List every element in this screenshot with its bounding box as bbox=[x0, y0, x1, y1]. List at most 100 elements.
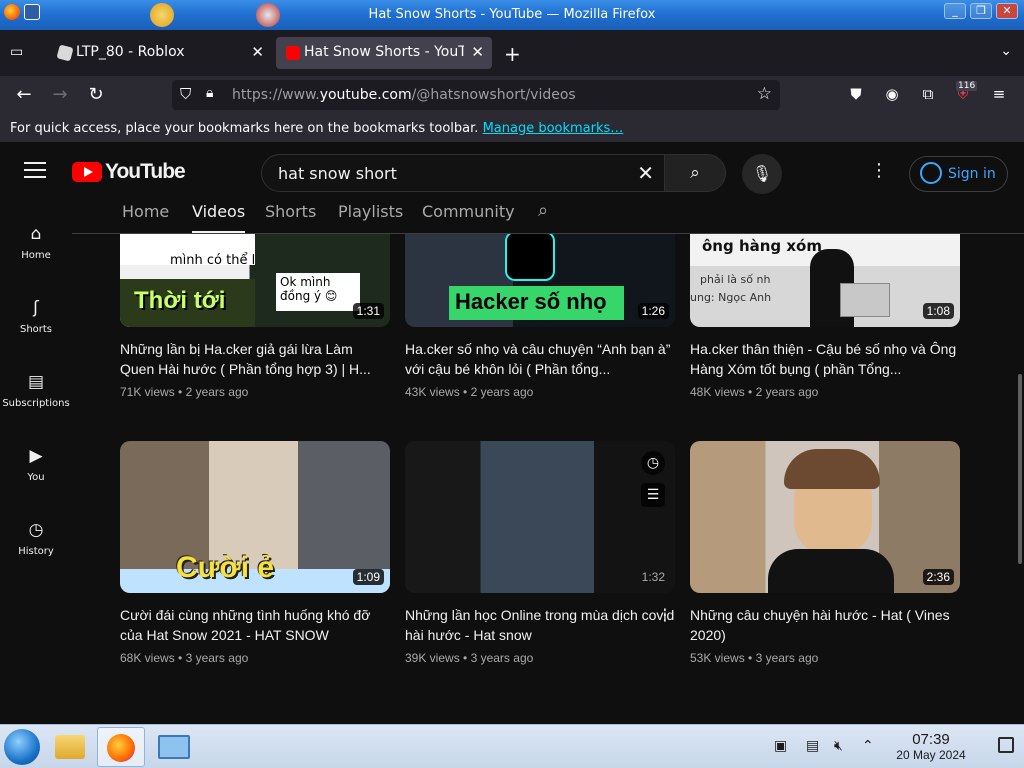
bookmarks-toolbar: For quick access, place your bookmarks h… bbox=[0, 116, 1024, 142]
manage-bookmarks-link[interactable]: Manage bookmarks… bbox=[483, 121, 624, 136]
video-card[interactable]: mình có thể l Ok mình đồng ý 😊 Thời tới … bbox=[120, 234, 390, 399]
show-hidden-icons-chevron-icon[interactable]: ⌃ bbox=[862, 738, 874, 754]
video-action-menu-icon[interactable]: ⋮ bbox=[657, 605, 673, 624]
youtube-masthead: YouTube hat snow short ✕ ⌕ 🎙︎ ⋮ Sign in bbox=[0, 142, 1024, 202]
guide-item-history[interactable]: ◷ History bbox=[0, 520, 72, 557]
thumb-title-text: ông hàng xóm bbox=[702, 237, 822, 255]
video-thumbnail[interactable]: 2:36 bbox=[690, 441, 960, 593]
video-meta: 43K views • 2 years ago bbox=[405, 385, 534, 399]
watch-later-icon[interactable]: ◷ bbox=[641, 451, 665, 475]
video-thumbnail[interactable]: mình có thể l Ok mình đồng ý 😊 Thời tới … bbox=[120, 234, 390, 327]
maximize-button[interactable]: ❐ bbox=[970, 3, 992, 19]
search-input[interactable]: hat snow short ✕ bbox=[261, 154, 665, 192]
guide-item-home[interactable]: ⌂ Home bbox=[0, 224, 72, 261]
video-card[interactable]: ◷ ☰ 1:32 Những lần học Online trong mùa … bbox=[405, 441, 675, 665]
video-meta: 39K views • 3 years ago bbox=[405, 651, 534, 665]
list-all-tabs-icon[interactable]: ⌄ bbox=[1000, 43, 1012, 59]
video-card[interactable]: Cười ẻ 1:09 Cười đái cùng những tình huố… bbox=[120, 441, 390, 665]
tab-community[interactable]: Community bbox=[422, 202, 515, 233]
pocket-icon[interactable]: ⛊ bbox=[845, 85, 867, 107]
forward-button[interactable]: → bbox=[48, 84, 72, 108]
window-title: Hat Snow Shorts - YouTube — Mozilla Fire… bbox=[368, 7, 656, 22]
lock-icon[interactable]: 🔒︎ bbox=[206, 85, 213, 101]
microphone-icon: 🎙︎ bbox=[751, 164, 773, 183]
video-title[interactable]: Ha.cker thân thiện - Cậu bé số nhọ và Ôn… bbox=[690, 339, 960, 379]
thumb-caption: Ok mình đồng ý 😊 bbox=[276, 273, 360, 311]
search-button[interactable]: ⌕ bbox=[664, 154, 726, 192]
extensions-icon[interactable]: ⧉ bbox=[917, 85, 939, 107]
add-to-queue-icon[interactable]: ☰ bbox=[641, 483, 665, 507]
video-duration: 1:09 bbox=[352, 569, 384, 585]
firefox-view-icon[interactable]: ▭ bbox=[10, 44, 30, 62]
video-title[interactable]: Ha.cker số nhọ và câu chuyện “Anh bạn à”… bbox=[405, 339, 675, 379]
tab-label: Hat Snow Shorts - YouTube bbox=[304, 44, 464, 60]
tab-home[interactable]: Home bbox=[122, 202, 169, 233]
window-titlebar: Hat Snow Shorts - YouTube — Mozilla Fire… bbox=[0, 0, 1024, 30]
page-scrollbar[interactable] bbox=[1018, 374, 1022, 564]
video-thumbnail[interactable]: ông hàng xóm phải là số nh ung: Ngọc Anh… bbox=[690, 234, 960, 327]
voice-search-button[interactable]: 🎙︎ bbox=[742, 154, 782, 194]
video-title[interactable]: Những lần bị Ha.cker giả gái lừa Làm Que… bbox=[120, 339, 390, 379]
account-icon[interactable]: ◉ bbox=[881, 85, 903, 107]
firefox-icon bbox=[107, 734, 135, 762]
tab-roblox[interactable]: LTP_80 - Roblox ✕ bbox=[48, 37, 272, 69]
taskbar-explorer[interactable] bbox=[46, 727, 94, 767]
back-button[interactable]: ← bbox=[12, 84, 36, 108]
more-options-icon[interactable]: ⋮ bbox=[870, 160, 888, 181]
channel-search-icon[interactable]: ⌕ bbox=[538, 200, 548, 221]
url-text[interactable]: https://www.youtube.com/@hatsnowshort/vi… bbox=[232, 87, 576, 103]
guide-item-shorts[interactable]: ʃ Shorts bbox=[0, 298, 72, 335]
minimize-button[interactable]: _ bbox=[944, 3, 966, 19]
close-window-button[interactable]: ✕ bbox=[996, 3, 1018, 19]
video-title[interactable]: Những câu chuyện hài hước - Hat ( Vines … bbox=[690, 605, 960, 645]
show-desktop-icon[interactable] bbox=[998, 737, 1014, 753]
video-card[interactable]: 2:36 Những câu chuyện hài hước - Hat ( V… bbox=[690, 441, 960, 665]
youtube-favicon-icon bbox=[286, 46, 300, 60]
you-icon: ▶ bbox=[29, 446, 43, 466]
subscriptions-icon: ▤ bbox=[27, 372, 45, 392]
close-tab-icon[interactable]: ✕ bbox=[471, 43, 484, 61]
tab-youtube[interactable]: Hat Snow Shorts - YouTube ✕ bbox=[276, 37, 492, 69]
volume-muted-icon[interactable]: 🔇︎ bbox=[834, 738, 843, 754]
tab-label: LTP_80 - Roblox bbox=[76, 44, 185, 60]
tracking-protection-shield-icon[interactable]: ⛉ bbox=[180, 85, 191, 103]
youtube-page: YouTube hat snow short ✕ ⌕ 🎙︎ ⋮ Sign in … bbox=[0, 142, 1024, 724]
usb-tray-icon[interactable]: ▣ bbox=[774, 738, 787, 754]
video-duration: 1:31 bbox=[352, 303, 384, 319]
windows-taskbar: ▣ ▤ 🔇︎ ⌃ 07:39 20 May 2024 bbox=[0, 724, 1024, 768]
url-bar[interactable]: ⛉ 🔒︎ https://www.youtube.com/@hatsnowsho… bbox=[172, 80, 780, 110]
close-tab-icon[interactable]: ✕ bbox=[251, 43, 264, 61]
clear-search-icon[interactable]: ✕ bbox=[637, 161, 654, 185]
system-clock[interactable]: 07:39 20 May 2024 bbox=[884, 731, 978, 762]
tab-strip: ▭ LTP_80 - Roblox ✕ Hat Snow Shorts - Yo… bbox=[0, 30, 1024, 76]
video-thumbnail[interactable]: Hacker số nhọ 1:26 bbox=[405, 234, 675, 327]
app-menu-icon[interactable]: ≡ bbox=[988, 85, 1010, 107]
video-thumbnail[interactable]: ◷ ☰ 1:32 bbox=[405, 441, 675, 593]
network-tray-icon[interactable]: ▤ bbox=[806, 738, 819, 754]
shorts-icon: ʃ bbox=[33, 298, 39, 318]
start-button[interactable] bbox=[4, 729, 40, 765]
thumb-title-text: Thời tới bbox=[134, 287, 226, 314]
sign-in-button[interactable]: Sign in bbox=[909, 156, 1008, 192]
tab-videos[interactable]: Videos bbox=[192, 202, 246, 233]
taskbar-firefox[interactable] bbox=[97, 727, 145, 767]
video-title[interactable]: Những lần học Online trong mùa dịch covi… bbox=[405, 605, 675, 645]
history-icon: ◷ bbox=[28, 520, 44, 540]
tab-shorts[interactable]: Shorts bbox=[265, 202, 316, 233]
video-thumbnail[interactable]: Cười ẻ 1:09 bbox=[120, 441, 390, 593]
video-card[interactable]: Hacker số nhọ 1:26 Ha.cker số nhọ và câu… bbox=[405, 234, 675, 399]
guide-menu-icon[interactable] bbox=[24, 162, 46, 180]
reload-button[interactable]: ↻ bbox=[84, 84, 108, 108]
bookmark-star-icon[interactable]: ☆ bbox=[757, 84, 772, 104]
thumb-text: mình có thể l bbox=[170, 253, 256, 268]
video-card[interactable]: ông hàng xóm phải là số nh ung: Ngọc Anh… bbox=[690, 234, 960, 399]
guide-item-subscriptions[interactable]: ▤ Subscriptions bbox=[0, 372, 72, 409]
taskbar-control-panel[interactable] bbox=[150, 727, 198, 767]
guide-item-you[interactable]: ▶ You bbox=[0, 446, 72, 483]
search-query[interactable]: hat snow short bbox=[278, 164, 397, 183]
tab-playlists[interactable]: Playlists bbox=[338, 202, 403, 233]
video-meta: 68K views • 3 years ago bbox=[120, 651, 249, 665]
video-title[interactable]: Cười đái cùng những tình huống khó đỡ củ… bbox=[120, 605, 390, 645]
new-tab-button[interactable]: + bbox=[504, 42, 521, 66]
youtube-play-icon bbox=[72, 162, 102, 182]
